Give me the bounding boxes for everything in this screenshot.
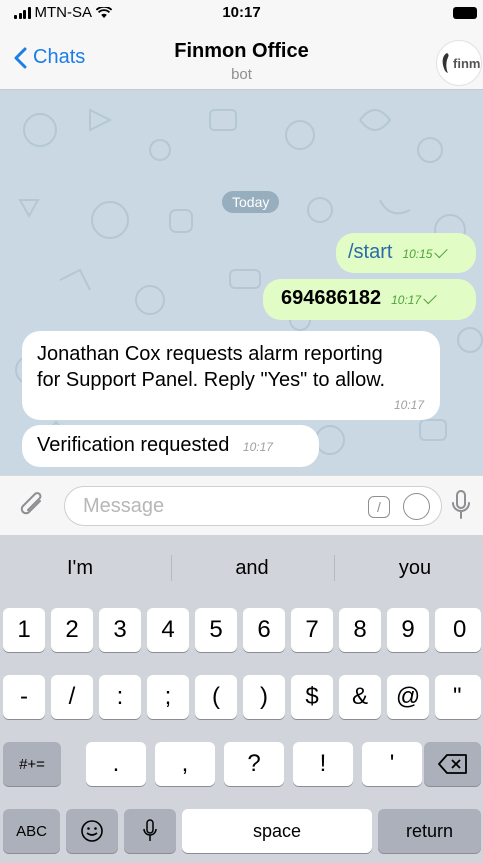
battery-icon bbox=[453, 7, 477, 19]
read-check-icon bbox=[423, 290, 437, 305]
emoji-icon bbox=[81, 820, 103, 842]
suggestion-item[interactable]: you bbox=[335, 557, 483, 580]
key-8[interactable]: 8 bbox=[339, 608, 381, 652]
key-7[interactable]: 7 bbox=[291, 608, 333, 652]
message-text-line: Jonathan Cox requests alarm reporting bbox=[37, 343, 383, 365]
key-symbols[interactable]: #+= bbox=[3, 742, 61, 786]
key-ampersand[interactable]: & bbox=[339, 675, 381, 719]
suggestion-item[interactable]: and bbox=[172, 557, 332, 580]
read-check-icon bbox=[434, 244, 449, 259]
sticker-icon[interactable] bbox=[403, 493, 430, 520]
key-abc[interactable]: ABC bbox=[3, 809, 60, 853]
key-slash[interactable]: / bbox=[51, 675, 93, 719]
key-3[interactable]: 3 bbox=[99, 608, 141, 652]
key-emoji[interactable] bbox=[66, 809, 118, 853]
key-quote[interactable]: " bbox=[435, 675, 481, 719]
status-time: 10:17 bbox=[222, 4, 261, 21]
key-space[interactable]: space bbox=[182, 809, 372, 853]
key-backspace[interactable] bbox=[424, 742, 481, 786]
key-close-paren[interactable]: ) bbox=[243, 675, 285, 719]
key-0[interactable]: 0 bbox=[435, 608, 481, 652]
microphone-icon bbox=[143, 819, 157, 841]
status-bar: MTN-SA 10:17 bbox=[0, 0, 483, 26]
message-outgoing[interactable]: 694686182 10:17 bbox=[263, 279, 476, 320]
message-incoming[interactable]: Jonathan Cox requests alarm reporting fo… bbox=[22, 331, 440, 420]
key-comma[interactable]: , bbox=[155, 742, 215, 786]
message-input-bar: / bbox=[0, 475, 483, 535]
key-2[interactable]: 2 bbox=[51, 608, 93, 652]
key-5[interactable]: 5 bbox=[195, 608, 237, 652]
key-apostrophe[interactable]: ' bbox=[362, 742, 422, 786]
backspace-icon bbox=[438, 754, 467, 774]
key-6[interactable]: 6 bbox=[243, 608, 285, 652]
message-text: 694686182 bbox=[281, 287, 382, 309]
key-dictation[interactable] bbox=[124, 809, 176, 853]
key-at[interactable]: @ bbox=[387, 675, 429, 719]
message-time: 10:17 bbox=[391, 293, 422, 307]
bot-commands-button[interactable]: / bbox=[368, 496, 390, 518]
message-text: /start bbox=[348, 241, 393, 263]
bot-avatar[interactable]: finm bbox=[436, 40, 482, 86]
message-text-line: for Support Panel. Reply "Yes" to allow. bbox=[37, 369, 386, 391]
chat-header: Chats Finmon Office bot finm bbox=[0, 26, 483, 90]
microphone-icon[interactable] bbox=[452, 490, 470, 520]
date-separator: Today bbox=[222, 191, 280, 213]
message-outgoing[interactable]: /start 10:15 bbox=[336, 233, 476, 273]
keyboard: I'm and you 1 2 3 4 5 6 7 8 9 0 - / : ; … bbox=[0, 535, 483, 863]
key-9[interactable]: 9 bbox=[387, 608, 429, 652]
avatar-logo-text: finm bbox=[453, 55, 481, 71]
message-time: 10:17 bbox=[393, 398, 424, 412]
message-time: 10:15 bbox=[402, 247, 433, 261]
key-semicolon[interactable]: ; bbox=[147, 675, 189, 719]
message-time: 10:17 bbox=[242, 440, 273, 454]
key-1[interactable]: 1 bbox=[3, 608, 45, 652]
paperclip-icon[interactable] bbox=[20, 492, 46, 520]
key-return[interactable]: return bbox=[378, 809, 481, 853]
key-colon[interactable]: : bbox=[99, 675, 141, 719]
message-incoming[interactable]: Verification requested 10:17 bbox=[22, 425, 319, 467]
bird-logo-icon bbox=[442, 53, 449, 73]
key-exclamation[interactable]: ! bbox=[293, 742, 353, 786]
message-input[interactable] bbox=[83, 495, 343, 518]
key-hyphen[interactable]: - bbox=[3, 675, 45, 719]
key-4[interactable]: 4 bbox=[147, 608, 189, 652]
chat-area[interactable]: Today /start 10:15 694686182 10:17 Jonatha… bbox=[0, 90, 483, 475]
chat-title[interactable]: Finmon Office bbox=[0, 40, 483, 63]
key-question[interactable]: ? bbox=[224, 742, 284, 786]
key-dollar[interactable]: $ bbox=[291, 675, 333, 719]
key-open-paren[interactable]: ( bbox=[195, 675, 237, 719]
message-field[interactable]: / bbox=[64, 486, 442, 526]
message-text: Verification requested bbox=[37, 434, 230, 456]
chat-subtitle: bot bbox=[231, 66, 252, 83]
suggestion-item[interactable]: I'm bbox=[0, 557, 160, 580]
slash-label: / bbox=[377, 499, 381, 515]
key-period[interactable]: . bbox=[86, 742, 146, 786]
